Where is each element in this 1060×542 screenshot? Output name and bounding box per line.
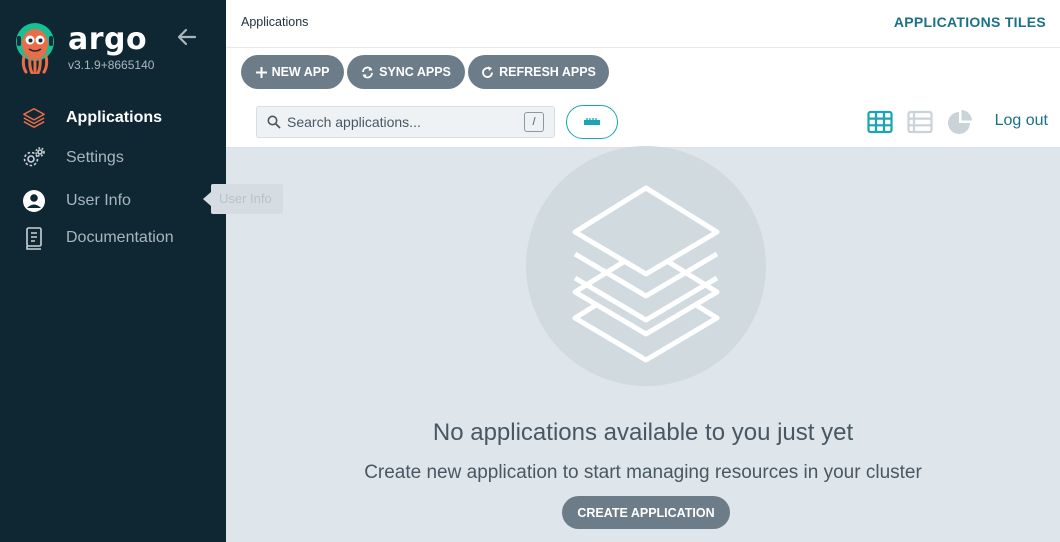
collapse-sidebar-arrow-icon[interactable] bbox=[176, 26, 198, 48]
user-info-tooltip: User Info bbox=[203, 184, 283, 214]
new-app-button[interactable]: NEW APP bbox=[241, 55, 344, 89]
version-label: v3.1.9+8665140 bbox=[68, 58, 155, 72]
sync-apps-label: SYNC APPS bbox=[379, 65, 451, 79]
sidebar-item-applications[interactable]: Applications bbox=[0, 100, 226, 136]
sidebar-item-label: Settings bbox=[66, 149, 124, 166]
sync-apps-button[interactable]: SYNC APPS bbox=[347, 55, 465, 89]
sync-icon bbox=[362, 66, 374, 78]
refresh-apps-button[interactable]: REFRESH APPS bbox=[468, 55, 609, 89]
pie-chart-view-icon[interactable] bbox=[947, 109, 973, 135]
refresh-apps-label: REFRESH APPS bbox=[499, 65, 596, 79]
plus-icon bbox=[255, 66, 267, 78]
user-circle-icon bbox=[22, 189, 46, 213]
search-icon bbox=[267, 115, 281, 129]
create-application-button[interactable]: CREATE APPLICATION bbox=[562, 496, 730, 529]
sidebar-item-settings[interactable]: Settings bbox=[0, 140, 226, 176]
search-box[interactable]: / bbox=[256, 106, 555, 138]
top-header: Applications APPLICATIONS TILES bbox=[226, 0, 1060, 48]
logout-link[interactable]: Log out bbox=[995, 112, 1048, 130]
sidebar-item-label: User Info bbox=[66, 192, 131, 209]
breadcrumb[interactable]: Applications bbox=[241, 15, 308, 29]
filter-toggle-button[interactable] bbox=[566, 105, 618, 139]
gears-icon bbox=[22, 146, 46, 170]
list-view-icon[interactable] bbox=[907, 109, 933, 135]
sidebar-item-documentation[interactable]: Documentation bbox=[0, 220, 226, 256]
shortcut-key-hint: / bbox=[524, 112, 544, 132]
sidebar: argo v3.1.9+8665140 Applications Setting… bbox=[0, 0, 226, 542]
sidebar-item-label: Applications bbox=[66, 109, 163, 126]
new-app-label: NEW APP bbox=[271, 65, 330, 79]
search-input[interactable] bbox=[287, 111, 517, 133]
sidebar-item-user-info[interactable]: User Info bbox=[0, 183, 226, 219]
layers-icon bbox=[22, 106, 46, 130]
refresh-icon bbox=[482, 66, 494, 78]
page-title: APPLICATIONS TILES bbox=[893, 14, 1046, 30]
argo-logo-icon[interactable] bbox=[14, 22, 56, 75]
empty-state-title: No applications available to you just ye… bbox=[432, 419, 854, 446]
brand-name: argo bbox=[68, 22, 148, 57]
stacked-layers-icon bbox=[572, 185, 720, 363]
empty-state-subtitle: Create new application to start managing… bbox=[364, 462, 922, 483]
empty-state-illustration bbox=[526, 146, 766, 386]
sidebar-item-label: Documentation bbox=[66, 229, 174, 246]
toolbar: NEW APP SYNC APPS REFRESH APPS / Log out bbox=[226, 48, 1060, 148]
ruler-icon bbox=[584, 118, 600, 125]
tiles-view-icon[interactable] bbox=[867, 109, 893, 135]
book-icon bbox=[22, 226, 46, 250]
